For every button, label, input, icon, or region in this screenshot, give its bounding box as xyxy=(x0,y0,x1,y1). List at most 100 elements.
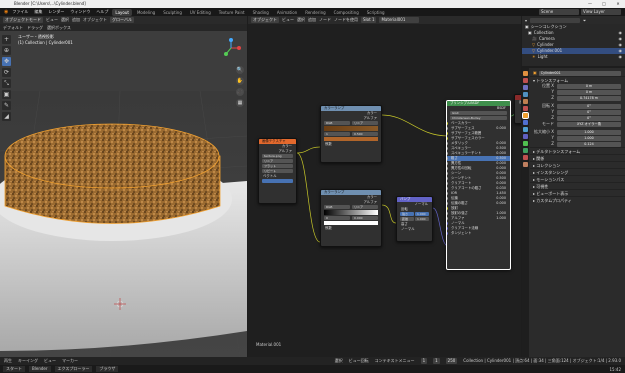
modifier-tab-icon[interactable] xyxy=(523,120,528,125)
bsdf-input-socket[interactable] xyxy=(447,147,448,150)
select-menu[interactable]: 選択 xyxy=(61,17,69,23)
color-ramp-1-gradient[interactable] xyxy=(324,126,378,131)
view-layer-tab-icon[interactable] xyxy=(523,92,528,97)
tool-select-icon[interactable]: ⊕ xyxy=(2,46,11,55)
bsdf-input-socket[interactable] xyxy=(447,227,448,230)
rotation-y-field[interactable]: 0° xyxy=(557,109,621,115)
color-ramp-2-mode[interactable]: RGB xyxy=(324,205,350,209)
object-menu[interactable]: オブジェクト xyxy=(83,17,107,23)
cork-cylinder-top[interactable] xyxy=(4,123,220,189)
tool-tab-icon[interactable] xyxy=(523,71,528,76)
taskbar-blender[interactable]: Blender xyxy=(29,366,51,372)
pan-icon[interactable]: ✋ xyxy=(236,77,244,85)
timeline-playback-menu[interactable]: 再生 xyxy=(4,358,12,364)
projection-dropdown[interactable]: フラット xyxy=(262,164,293,168)
tool-measure-icon[interactable]: ◢ xyxy=(2,112,11,121)
location-x-field[interactable]: 0 m xyxy=(557,83,621,89)
bsdf-input-socket[interactable] xyxy=(447,232,448,235)
bsdf-input-socket[interactable] xyxy=(447,217,448,220)
menu-render[interactable]: レンダー xyxy=(46,9,66,15)
menu-file[interactable]: ファイル xyxy=(10,9,30,15)
color-ramp-1-swatch[interactable] xyxy=(324,137,378,141)
tool-cursor-icon[interactable]: + xyxy=(2,35,11,44)
close-button[interactable]: ✕ xyxy=(611,0,625,8)
menu-help[interactable]: ヘルプ xyxy=(94,9,110,15)
bsdf-input-socket[interactable] xyxy=(447,167,448,170)
tool-annotate-icon[interactable]: ✎ xyxy=(2,101,11,110)
color-ramp-node-2[interactable]: カラーランプ カラー アルファ RGB リニア 0 0.000 係数 xyxy=(320,189,382,247)
instancing-section[interactable]: ▸ インスタンシング xyxy=(530,168,625,175)
workspace-tab-modeling[interactable]: Modeling xyxy=(134,9,158,16)
scene-tab-icon[interactable] xyxy=(523,99,528,104)
bsdf-input-socket[interactable] xyxy=(447,137,448,140)
color-ramp-2-interp[interactable]: リニア xyxy=(352,205,378,209)
view-layer-selector[interactable]: View Layer xyxy=(581,9,621,15)
zoom-icon[interactable]: 🔍 xyxy=(236,66,244,74)
node-node-menu[interactable]: ノード xyxy=(319,17,331,23)
color-ramp-1-mode[interactable]: RGB xyxy=(324,121,350,125)
viewport-display-section[interactable]: ▸ ビューポート表示 xyxy=(530,189,625,196)
tool-rotate-icon[interactable]: ⟳ xyxy=(2,68,11,77)
custom-properties-section[interactable]: ▸ カスタムプロパティ xyxy=(530,196,625,203)
color-ramp-2-swatch[interactable] xyxy=(324,221,378,225)
shader-node-editor[interactable]: 画像テクスチャ カラー アルファ texture.png リニア フラット リピ… xyxy=(248,24,521,357)
workspace-tab-compositing[interactable]: Compositing xyxy=(331,9,362,16)
workspace-tab-rendering[interactable]: Rendering xyxy=(302,9,328,16)
color-ramp-2-pos[interactable]: 0 xyxy=(324,216,350,220)
rotation-x-field[interactable]: 0° xyxy=(557,103,621,109)
bsdf-input-socket[interactable] xyxy=(447,122,448,125)
object-tab-icon[interactable] xyxy=(522,112,529,119)
bsdf-distribution-dropdown[interactable]: GGX xyxy=(450,111,507,115)
bsdf-sss-method-dropdown[interactable]: Christensen-Burley xyxy=(450,116,507,120)
material-name-field[interactable]: Material001 xyxy=(379,17,420,23)
material-slot-selector[interactable]: Slot 1 xyxy=(361,17,377,23)
node-object-selector[interactable]: オブジェクト xyxy=(251,17,279,23)
particles-tab-icon[interactable] xyxy=(523,127,528,132)
color-ramp-node-1[interactable]: カラーランプ カラー アルファ RGB リニア 1 0.500 係数 xyxy=(320,105,382,163)
bsdf-input-socket[interactable] xyxy=(447,202,448,205)
workspace-tab-shading[interactable]: Shading xyxy=(250,9,272,16)
bsdf-input-socket[interactable] xyxy=(447,172,448,175)
workspace-tab-uv-editing[interactable]: UV Editing xyxy=(187,9,214,16)
image-mapping-field[interactable] xyxy=(262,179,293,183)
scale-x-field[interactable]: 1.000 xyxy=(557,129,621,135)
color-ramp-2-val[interactable]: 0.000 xyxy=(352,216,378,220)
bsdf-input-socket[interactable] xyxy=(447,152,448,155)
bsdf-input-socket[interactable] xyxy=(447,127,448,130)
tool-move-icon[interactable]: ✥ xyxy=(2,57,11,66)
camera-view-icon[interactable]: 🎥 xyxy=(236,88,244,96)
render-tab-icon[interactable] xyxy=(523,78,528,83)
mode-selector[interactable]: オブジェクトモード xyxy=(3,17,43,23)
constraints-tab-icon[interactable] xyxy=(523,141,528,146)
delta-transform-section[interactable]: ▸ デルタトランスフォーム xyxy=(530,147,625,154)
bsdf-input-socket[interactable] xyxy=(447,207,448,210)
extension-dropdown[interactable]: リピート xyxy=(262,169,293,173)
current-frame-field[interactable]: 1 xyxy=(420,358,428,364)
3d-viewport[interactable]: + ⊕ ✥ ⟳ ⤡ ▣ ✎ ◢ ユーザー・透視投影 (1) Collection… xyxy=(0,31,247,357)
workspace-tab-sculpting[interactable]: Sculpting xyxy=(160,9,185,16)
motion-paths-section[interactable]: ▸ モーションパス xyxy=(530,175,625,182)
bump-distance-field[interactable]: 1.000 xyxy=(415,217,429,221)
outliner-search-input[interactable] xyxy=(530,17,581,23)
node-view-menu[interactable]: ビュー xyxy=(282,17,294,23)
minimize-button[interactable]: — xyxy=(583,0,597,8)
tool-scale-icon[interactable]: ⤡ xyxy=(2,79,11,88)
workspace-tab-scripting[interactable]: Scripting xyxy=(364,9,388,16)
output-tab-icon[interactable] xyxy=(523,85,528,90)
maximize-button[interactable]: □ xyxy=(597,0,611,8)
physics-tab-icon[interactable] xyxy=(523,134,528,139)
start-frame-field[interactable]: 1 xyxy=(433,358,440,364)
timeline-keying-menu[interactable]: キーイング xyxy=(18,358,38,364)
rotation-z-field[interactable]: 0° xyxy=(557,115,621,121)
navigation-gizmo-icon[interactable] xyxy=(221,38,241,58)
color-ramp-1-val[interactable]: 0.500 xyxy=(352,132,378,136)
bsdf-input-socket[interactable] xyxy=(447,197,448,200)
transform-section-header[interactable]: ▾ トランスフォーム xyxy=(530,76,625,83)
bump-invert-checkbox[interactable]: 反転 xyxy=(397,207,432,212)
bsdf-input-row[interactable]: タンジェント xyxy=(447,231,510,236)
taskbar-browser[interactable]: ブラウザ xyxy=(96,366,119,372)
outliner-item[interactable]: ☀ Light ◉ xyxy=(522,54,625,60)
blender-logo-icon[interactable]: ◉ xyxy=(4,9,8,15)
relations-section[interactable]: ▸ 関係 xyxy=(530,154,625,161)
menu-edit[interactable]: 編集 xyxy=(32,9,44,15)
